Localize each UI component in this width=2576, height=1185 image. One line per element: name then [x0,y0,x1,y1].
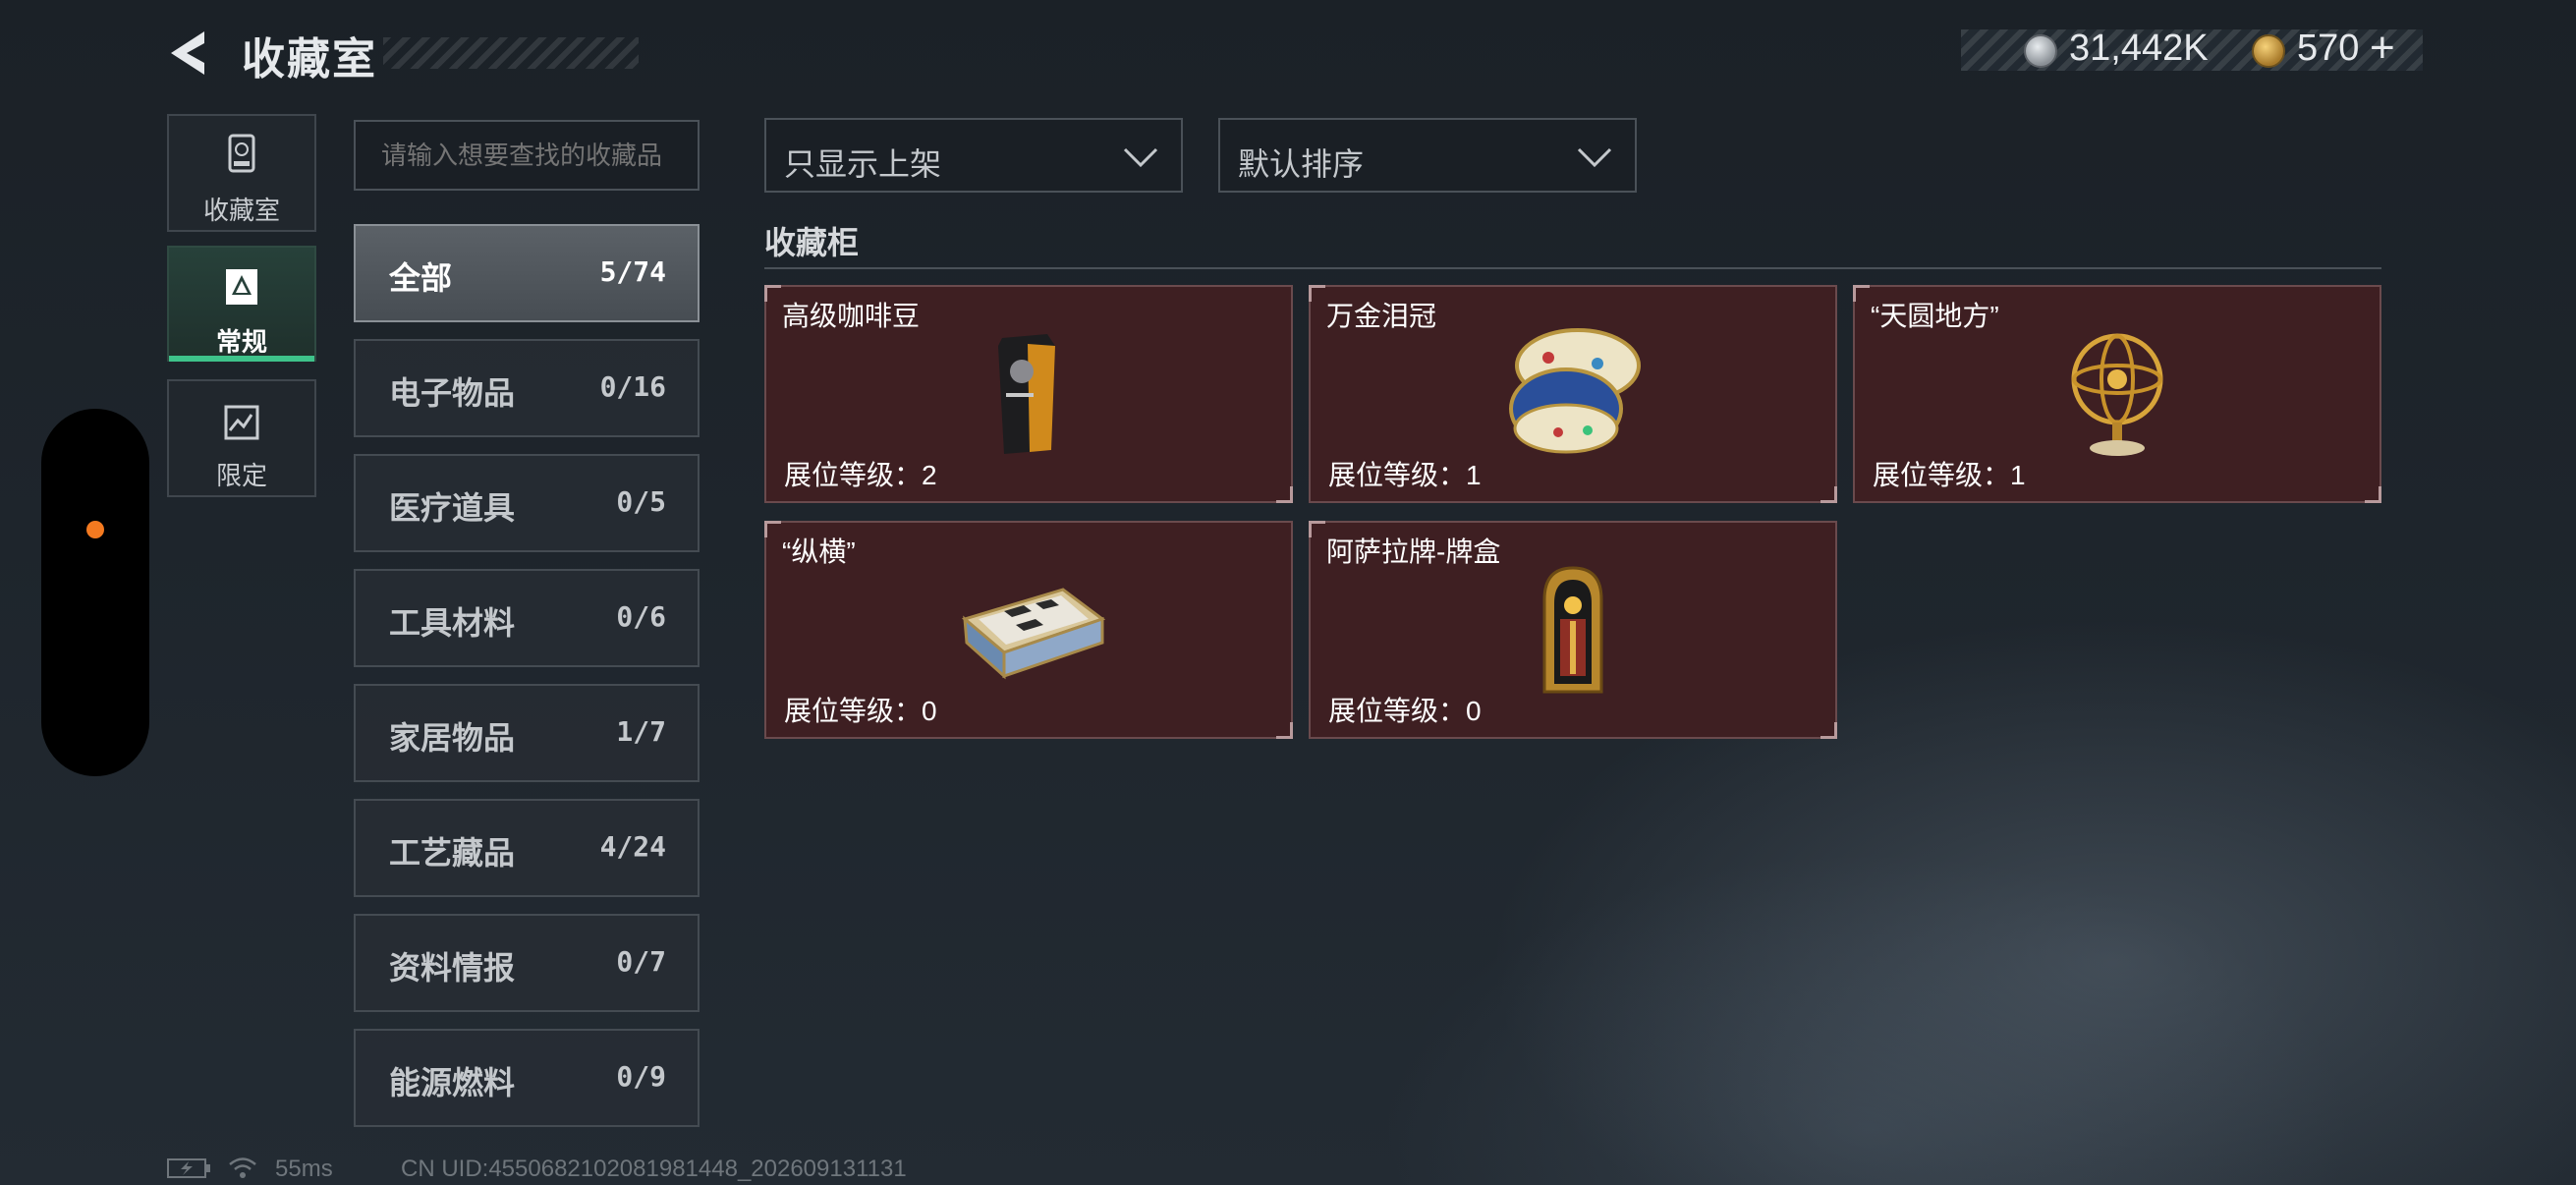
category-count: 1/7 [616,715,666,748]
mini-tab-label: 收藏室 [202,196,280,225]
page-title: 收藏室 [242,35,377,84]
category-name: 工具材料 [389,605,516,641]
category-crafts[interactable]: 工艺藏品 4/24 [354,799,700,897]
chevron-down-icon [1577,147,1612,168]
display-level: 展位等级：1 [1873,460,2026,490]
collection-search-input[interactable] [354,120,700,191]
card-case-icon [1542,566,1603,694]
display-filter-dropdown[interactable]: 只显示上架 [764,118,1183,193]
back-arrow-icon [171,31,204,75]
mini-tab-regular[interactable]: 常规 [167,246,316,362]
category-name: 工艺藏品 [389,835,516,871]
category-name: 能源燃料 [389,1065,516,1100]
jeweled-egg-icon [1509,328,1641,454]
ping-indicator: 55ms [275,1156,333,1182]
category-name: 家居物品 [389,720,516,756]
collection-card[interactable]: 万金泪冠 展位等级：1 [1309,285,1837,503]
item-name: 阿萨拉牌-牌盒 [1326,536,1501,567]
display-level: 展位等级：2 [784,460,937,490]
category-name: 全部 [389,260,453,296]
category-count: 5/74 [599,255,666,288]
mini-tab-label: 限定 [215,461,267,490]
dropdown-value: 默认排序 [1238,146,1365,182]
limited-icon [224,405,259,440]
mini-tab-label: 常规 [215,327,267,357]
collection-card[interactable]: “天圆地方” 展位等级：1 [1853,285,2381,503]
display-level: 展位等级：0 [784,696,937,726]
mini-tab-collection-room[interactable]: 收藏室 [167,114,316,232]
category-medical[interactable]: 医疗道具 0/5 [354,454,700,552]
category-count: 0/5 [616,485,666,518]
collection-card[interactable]: 阿萨拉牌-牌盒 展位等级：0 [1309,521,1837,739]
category-name: 电子物品 [389,375,516,411]
category-all[interactable]: 全部 5/74 [354,224,700,322]
gold-coin-icon [2252,34,2285,68]
item-name: 万金泪冠 [1326,301,1437,331]
notification-dot [86,521,104,538]
category-household[interactable]: 家居物品 1/7 [354,684,700,782]
category-intel[interactable]: 资料情报 0/7 [354,914,700,1012]
category-name: 资料情报 [389,950,516,986]
side-floating-handle[interactable] [41,409,149,776]
category-tools[interactable]: 工具材料 0/6 [354,569,700,667]
category-count: 0/16 [599,370,666,403]
collection-card[interactable]: 高级咖啡豆 展位等级：2 [764,285,1293,503]
user-uid: CN UID:4550682102081981448_202609131131 [401,1156,907,1182]
battery-icon [167,1158,210,1178]
back-button[interactable] [165,28,216,79]
armillary-sphere-icon [2071,333,2163,456]
mini-tab-limited[interactable]: 限定 [167,379,316,497]
title-decoration [383,37,639,69]
display-level: 展位等级：1 [1328,460,1482,490]
category-name: 医疗道具 [389,490,516,526]
coffee-bean-bag-icon [998,334,1055,454]
item-name: “纵横” [782,536,856,567]
collection-card[interactable]: “纵横” 展位等级：0 [764,521,1293,739]
gold-currency-amount: 570 [2297,28,2360,69]
chess-box-icon [961,588,1106,680]
section-divider [764,267,2381,269]
sort-dropdown[interactable]: 默认排序 [1218,118,1637,193]
category-energy[interactable]: 能源燃料 0/9 [354,1029,700,1127]
wifi-icon [229,1157,256,1178]
category-electronics[interactable]: 电子物品 0/16 [354,339,700,437]
display-level: 展位等级：0 [1328,696,1482,726]
category-count: 0/6 [616,600,666,633]
category-count: 0/9 [616,1060,666,1093]
chevron-down-icon [1123,147,1158,168]
regular-icon [226,269,257,305]
dropdown-value: 只显示上架 [784,146,942,182]
collection-room-icon [228,134,255,173]
silver-coin-icon [2024,34,2057,68]
category-count: 0/7 [616,945,666,978]
silver-currency-amount: 31,442K [2069,28,2209,69]
item-name: “天圆地方” [1871,301,1999,331]
cabinet-section-title: 收藏柜 [764,225,860,260]
add-currency-button[interactable]: + [2370,24,2395,73]
category-count: 4/24 [599,830,666,863]
item-name: 高级咖啡豆 [782,301,921,331]
